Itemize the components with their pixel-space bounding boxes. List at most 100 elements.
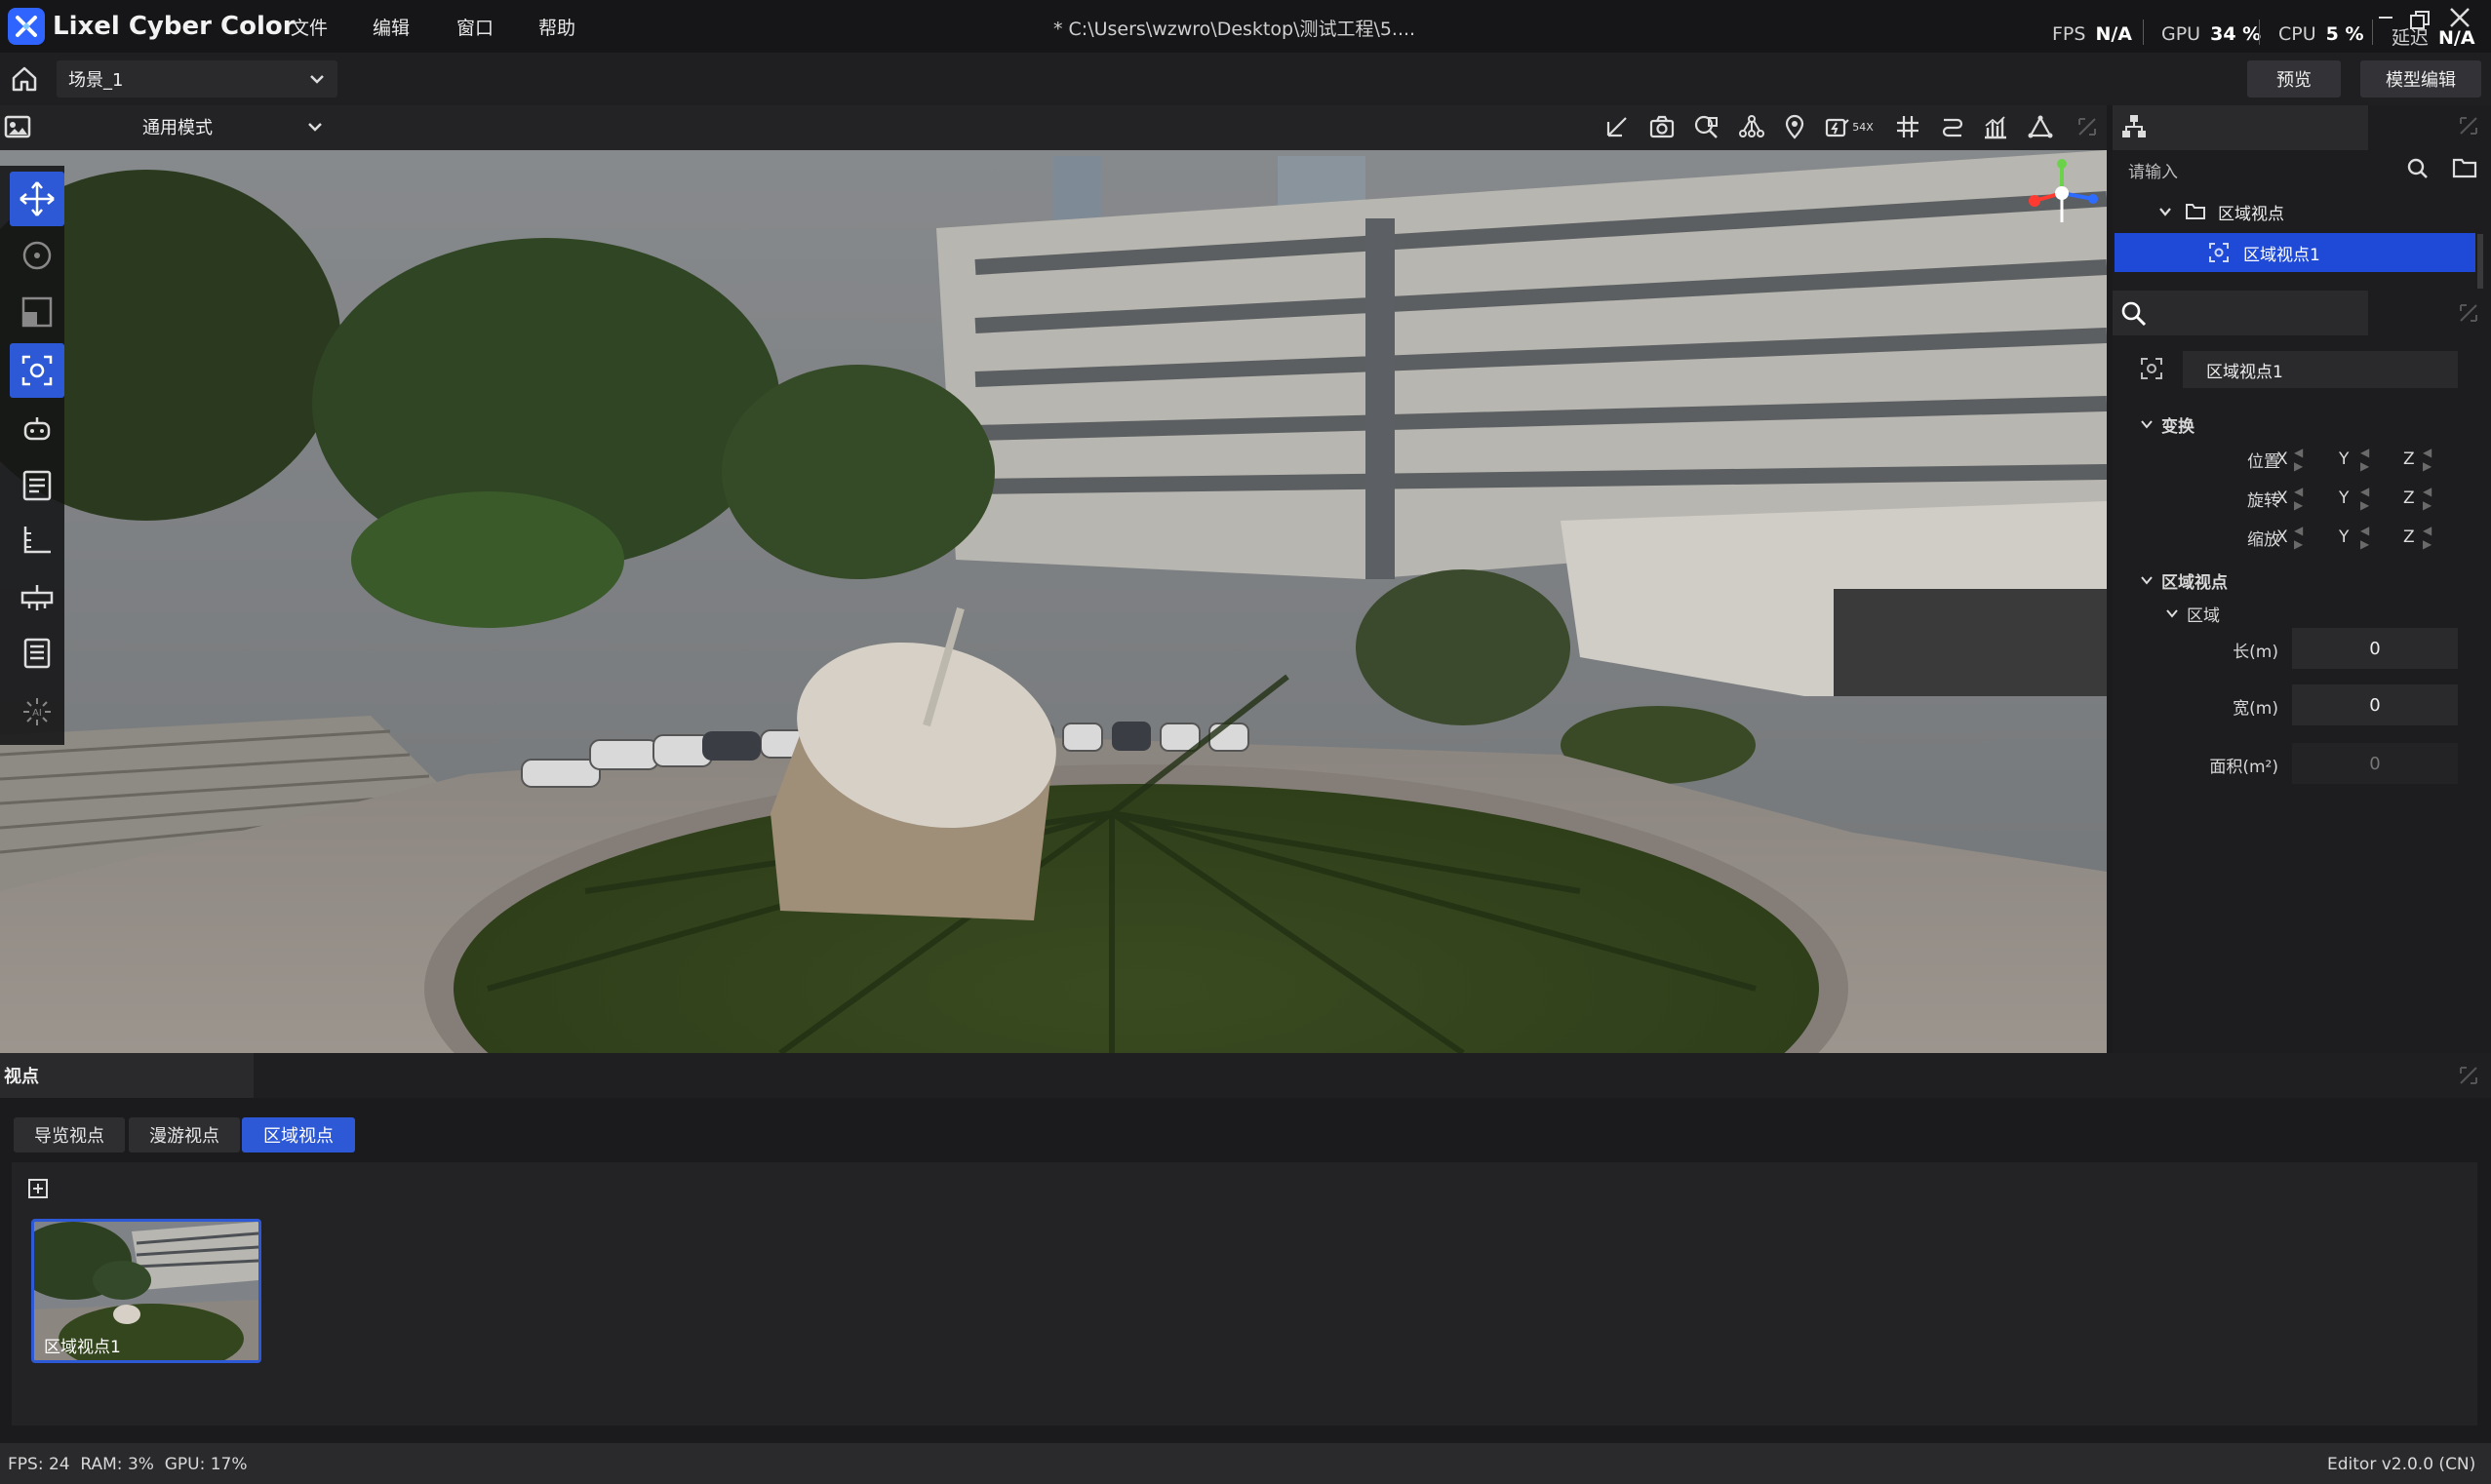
speed-icon[interactable]: 54X xyxy=(1820,111,1878,142)
transform-section-header[interactable]: 变换 xyxy=(2140,410,2194,439)
z-stepper[interactable]: ◀ ▶ xyxy=(2423,446,2432,473)
transform-toolbar: AI xyxy=(0,166,64,745)
tab-region-viewpoints[interactable]: 区域视点 xyxy=(242,1117,355,1152)
hierarchy-icon xyxy=(2122,115,2146,137)
inspector-tab[interactable] xyxy=(2113,291,2368,335)
robot-icon[interactable] xyxy=(10,402,64,456)
viewpoint-thumbnail[interactable]: 区域视点1 xyxy=(31,1219,261,1363)
ai-icon[interactable]: AI xyxy=(10,684,64,739)
menu-help[interactable]: 帮助 xyxy=(538,14,575,40)
panel-expand-icon[interactable] xyxy=(2458,1065,2479,1091)
x-label: X xyxy=(2276,527,2288,547)
measure-icon[interactable] xyxy=(1601,111,1633,142)
add-viewpoint-icon[interactable] xyxy=(27,1178,49,1204)
scene-select[interactable]: 场景_1 xyxy=(57,60,337,98)
z-label: Z xyxy=(2403,488,2415,508)
menu-edit[interactable]: 编辑 xyxy=(373,14,410,40)
y-stepper[interactable]: ◀ ▶ xyxy=(2360,485,2369,512)
restore-icon[interactable] xyxy=(2409,6,2431,38)
chart-icon[interactable] xyxy=(1980,111,2011,142)
menu-file[interactable]: 文件 xyxy=(291,14,328,40)
tab-roam-viewpoints[interactable]: 漫游视点 xyxy=(129,1117,240,1152)
mode-select[interactable]: 通用模式 xyxy=(127,109,332,144)
minimize-icon[interactable] xyxy=(2376,2,2395,34)
speed-badge: 54X xyxy=(1852,120,1874,134)
menu-window[interactable]: 窗口 xyxy=(456,14,494,40)
tree-folder-region-view[interactable]: 区域视点 xyxy=(2116,193,2475,230)
scale-label: 缩放 xyxy=(2247,529,2280,550)
scene-select-value: 场景_1 xyxy=(68,70,124,91)
path-icon[interactable] xyxy=(1937,111,1968,142)
area-label: 面积(m²) xyxy=(2209,758,2278,777)
chevron-down-icon xyxy=(2159,208,2171,216)
tree-search-input[interactable]: 请输入 xyxy=(2116,152,2409,187)
home-icon[interactable] xyxy=(10,64,39,98)
panel-expand-icon[interactable] xyxy=(2458,115,2479,141)
width-input[interactable]: 0 xyxy=(2292,684,2458,725)
level-tool-icon[interactable] xyxy=(10,569,64,624)
viewpoint-panel-tab[interactable]: 视点 xyxy=(0,1053,254,1098)
3d-viewport[interactable] xyxy=(0,150,2107,1053)
expand-icon[interactable] xyxy=(2072,111,2103,142)
transform-rows: 位置 X ◀ ▶ Y ◀ ▶ Z ◀ ▶ 旋转 X ◀ ▶ Y ◀ ▶ Z ◀ … xyxy=(2113,445,2491,562)
region-view-tool-icon[interactable] xyxy=(10,343,64,398)
tree-tab[interactable] xyxy=(2113,105,2368,150)
x-stepper[interactable]: ◀ ▶ xyxy=(2294,446,2303,473)
fps-readout: FPS N/A xyxy=(2052,23,2132,45)
panel-expand-icon[interactable] xyxy=(2458,302,2479,329)
gpu-label: GPU xyxy=(2161,23,2201,45)
search-icon[interactable] xyxy=(2405,156,2431,186)
x-stepper[interactable]: ◀ ▶ xyxy=(2294,485,2303,512)
search-shapes-icon[interactable] xyxy=(1691,111,1722,142)
y-label: Y xyxy=(2339,488,2350,508)
region-section-header[interactable]: 区域 xyxy=(2165,599,2220,628)
axis-gizmo-icon[interactable] xyxy=(2025,156,2099,235)
tree-item-selected[interactable]: 区域视点1 xyxy=(2115,233,2475,272)
rotation-label: 旋转 xyxy=(2247,490,2280,511)
grid-icon[interactable] xyxy=(1892,111,1923,142)
move-tool-icon[interactable] xyxy=(10,172,64,226)
transform-section-title: 变换 xyxy=(2161,416,2194,437)
y-stepper[interactable]: ◀ ▶ xyxy=(2360,446,2369,473)
z-stepper[interactable]: ◀ ▶ xyxy=(2423,524,2432,551)
cpu-readout: CPU 5 % xyxy=(2278,23,2364,45)
ruler-icon[interactable] xyxy=(10,513,64,567)
y-label: Y xyxy=(2339,449,2350,469)
preview-button[interactable]: 预览 xyxy=(2247,60,2341,98)
viewpoint-panel-title: 视点 xyxy=(4,1067,39,1087)
notes-icon[interactable] xyxy=(10,458,64,513)
divider xyxy=(2259,20,2260,45)
list-doc-icon[interactable] xyxy=(10,626,64,681)
mode-select-value: 通用模式 xyxy=(142,118,213,138)
region-view-section-header[interactable]: 区域视点 xyxy=(2140,566,2228,595)
length-input[interactable]: 0 xyxy=(2292,628,2458,669)
z-stepper[interactable]: ◀ ▶ xyxy=(2423,485,2432,512)
location-pin-icon[interactable] xyxy=(1779,111,1810,142)
tree-scrollbar[interactable] xyxy=(2477,234,2483,289)
x-label: X xyxy=(2276,449,2288,469)
tab-guide-viewpoints[interactable]: 导览视点 xyxy=(14,1117,125,1152)
chevron-down-icon xyxy=(2141,576,2153,585)
triangle-network-icon[interactable] xyxy=(2025,111,2056,142)
region-section-title: 区域 xyxy=(2187,605,2220,626)
tree-folder-label: 区域视点 xyxy=(2218,204,2284,224)
viewport-type-icon[interactable] xyxy=(4,113,31,145)
x-stepper[interactable]: ◀ ▶ xyxy=(2294,524,2303,551)
rotate-tool-icon[interactable] xyxy=(10,228,64,283)
length-label: 长(m) xyxy=(2233,643,2278,662)
camera-icon[interactable] xyxy=(1646,111,1678,142)
cpu-label: CPU xyxy=(2278,23,2316,45)
close-icon[interactable] xyxy=(2448,4,2471,36)
chevron-down-icon xyxy=(2141,420,2153,429)
scale-tool-icon[interactable] xyxy=(10,285,64,339)
model-edit-button[interactable]: 模型编辑 xyxy=(2360,60,2481,98)
network-icon[interactable] xyxy=(1736,111,1767,142)
status-metrics: FPS: 24 RAM: 3% GPU: 17% xyxy=(8,1455,248,1474)
open-folder-icon[interactable] xyxy=(2452,156,2477,184)
y-label: Y xyxy=(2339,527,2350,547)
folder-icon xyxy=(2186,204,2205,219)
app-name: Lixel Cyber Color xyxy=(53,12,296,41)
y-stepper[interactable]: ◀ ▶ xyxy=(2360,524,2369,551)
chevron-down-icon xyxy=(308,123,322,132)
object-name-field[interactable]: 区域视点1 xyxy=(2183,351,2458,388)
